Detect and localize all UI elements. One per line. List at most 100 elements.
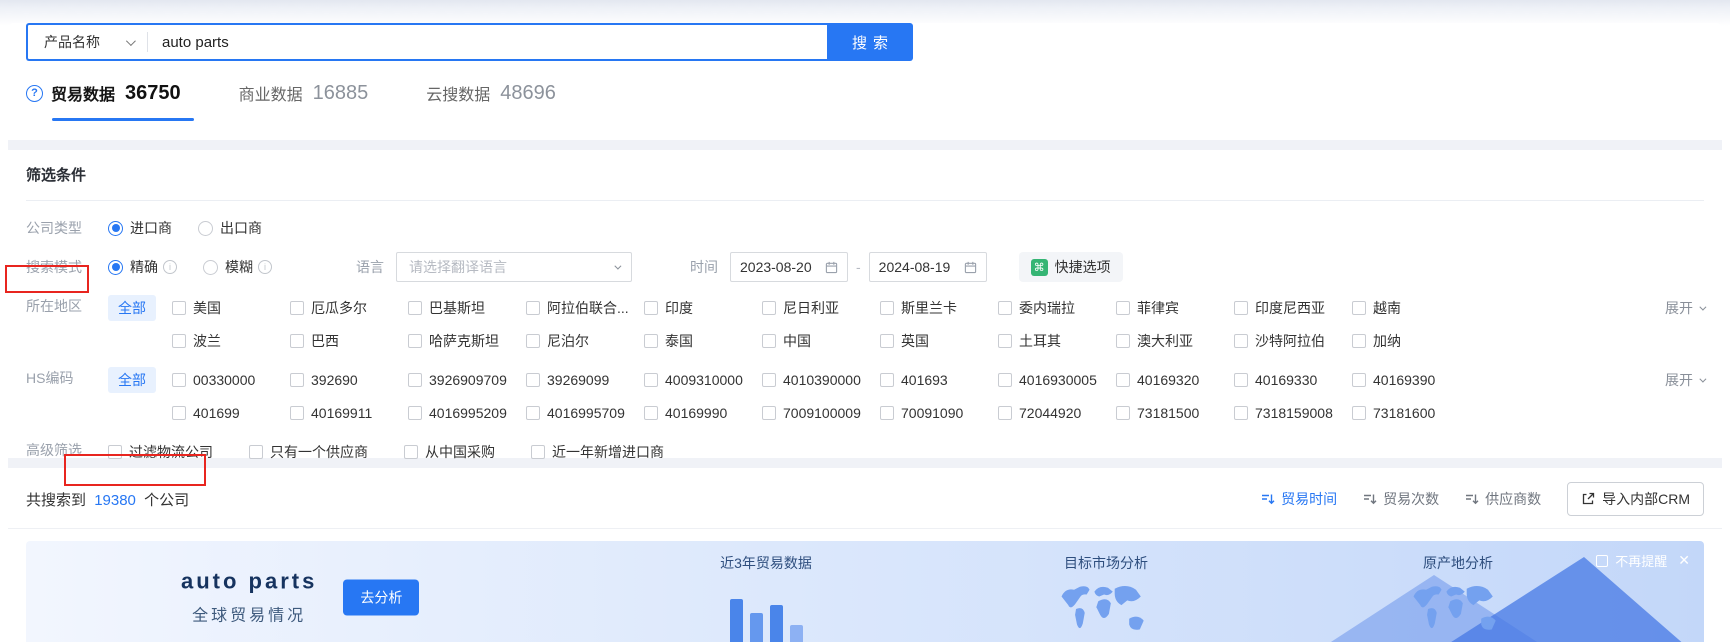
start-date-picker[interactable]: 2023-08-20 xyxy=(730,252,848,282)
checkbox-item[interactable]: 70091090 xyxy=(880,400,998,426)
checkbox-item[interactable]: 菲律宾 xyxy=(1116,295,1234,321)
checkbox-item[interactable]: 40169330 xyxy=(1234,367,1352,393)
checkbox[interactable] xyxy=(172,334,186,348)
checkbox[interactable] xyxy=(762,301,776,315)
checkbox-item[interactable]: 40169390 xyxy=(1352,367,1470,393)
checkbox[interactable] xyxy=(404,445,418,459)
close-icon[interactable]: ✕ xyxy=(1678,552,1690,569)
checkbox-item[interactable]: 401693 xyxy=(880,367,998,393)
checkbox-item[interactable]: 巴西 xyxy=(290,328,408,354)
help-icon[interactable]: ? xyxy=(26,84,43,102)
quick-options-button[interactable]: ⌘ 快捷选项 xyxy=(1018,252,1123,282)
radio-exporter[interactable]: 出口商 xyxy=(198,217,262,239)
checkbox[interactable] xyxy=(1116,373,1130,387)
radio-dot[interactable] xyxy=(198,220,213,236)
dismiss-checkbox[interactable] xyxy=(1596,554,1609,567)
checkbox-item[interactable]: 委内瑞拉 xyxy=(998,295,1116,321)
checkbox[interactable] xyxy=(998,334,1012,348)
checkbox[interactable] xyxy=(172,406,186,420)
checkbox[interactable] xyxy=(408,301,422,315)
checkbox-item[interactable]: 3926909709 xyxy=(408,367,526,393)
checkbox-item[interactable]: 7009100009 xyxy=(762,400,880,426)
checkbox-item[interactable]: 73181500 xyxy=(1116,400,1234,426)
info-icon[interactable]: i xyxy=(163,260,177,274)
checkbox[interactable] xyxy=(1116,301,1130,315)
checkbox-item[interactable]: 4010390000 xyxy=(762,367,880,393)
tab-cloud-search-data[interactable]: 云搜数据 48696 xyxy=(426,81,556,121)
checkbox[interactable] xyxy=(526,301,540,315)
checkbox-item[interactable]: 印度 xyxy=(644,295,762,321)
checkbox-item[interactable]: 只有一个供应商 xyxy=(249,439,368,465)
checkbox[interactable] xyxy=(880,334,894,348)
checkbox[interactable] xyxy=(1234,406,1248,420)
radio-exact[interactable]: 精确 i xyxy=(108,256,177,278)
language-select[interactable]: 请选择翻译语言 xyxy=(396,252,632,282)
radio-fuzzy[interactable]: 模糊 i xyxy=(203,256,272,278)
checkbox[interactable] xyxy=(644,406,658,420)
end-date-picker[interactable]: 2024-08-19 xyxy=(868,252,987,282)
checkbox[interactable] xyxy=(290,301,304,315)
checkbox[interactable] xyxy=(172,301,186,315)
checkbox-item[interactable]: 尼日利亚 xyxy=(762,295,880,321)
checkbox[interactable] xyxy=(1234,334,1248,348)
checkbox-item[interactable]: 厄瓜多尔 xyxy=(290,295,408,321)
sort-trade-time[interactable]: 贸易时间 xyxy=(1261,489,1337,509)
search-input[interactable] xyxy=(148,33,827,51)
checkbox[interactable] xyxy=(290,406,304,420)
radio-dot-selected[interactable] xyxy=(108,220,123,236)
checkbox-item[interactable]: 从中国采购 xyxy=(404,439,495,465)
checkbox-item[interactable]: 巴基斯坦 xyxy=(408,295,526,321)
checkbox[interactable] xyxy=(531,445,545,459)
checkbox-item[interactable]: 印度尼西亚 xyxy=(1234,295,1352,321)
checkbox-item[interactable]: 00330000 xyxy=(172,367,290,393)
checkbox[interactable] xyxy=(880,373,894,387)
checkbox[interactable] xyxy=(762,406,776,420)
checkbox-item[interactable]: 斯里兰卡 xyxy=(880,295,998,321)
checkbox[interactable] xyxy=(998,301,1012,315)
go-analyze-button[interactable]: 去分析 xyxy=(343,579,420,615)
checkbox[interactable] xyxy=(1234,301,1248,315)
checkbox[interactable] xyxy=(1352,334,1366,348)
tab-trade-data[interactable]: ? 贸易数据 36750 xyxy=(26,81,194,121)
checkbox-item[interactable]: 澳大利亚 xyxy=(1116,328,1234,354)
search-button[interactable]: 搜索 xyxy=(827,23,913,61)
checkbox-item[interactable]: 英国 xyxy=(880,328,998,354)
checkbox-item[interactable]: 401699 xyxy=(172,400,290,426)
checkbox-item[interactable]: 7318159008 xyxy=(1234,400,1352,426)
checkbox[interactable] xyxy=(1352,406,1366,420)
checkbox[interactable] xyxy=(290,334,304,348)
checkbox[interactable] xyxy=(1116,334,1130,348)
origin-analysis-card[interactable]: 原产地分析 xyxy=(1378,553,1538,639)
checkbox-item[interactable]: 4016930005 xyxy=(998,367,1116,393)
checkbox[interactable] xyxy=(1116,406,1130,420)
checkbox-item[interactable]: 美国 xyxy=(172,295,290,321)
checkbox-item[interactable]: 4009310000 xyxy=(644,367,762,393)
checkbox[interactable] xyxy=(762,373,776,387)
checkbox[interactable] xyxy=(526,406,540,420)
hs-code-all-button[interactable]: 全部 xyxy=(108,367,156,393)
checkbox[interactable] xyxy=(644,301,658,315)
radio-importer[interactable]: 进口商 xyxy=(108,217,172,239)
checkbox[interactable] xyxy=(762,334,776,348)
checkbox-item[interactable]: 39269099 xyxy=(526,367,644,393)
checkbox[interactable] xyxy=(526,334,540,348)
region-expand-link[interactable]: 展开 xyxy=(1665,295,1707,321)
checkbox-item[interactable]: 4016995209 xyxy=(408,400,526,426)
checkbox[interactable] xyxy=(1352,373,1366,387)
region-all-button[interactable]: 全部 xyxy=(108,295,156,321)
checkbox-item[interactable]: 72044920 xyxy=(998,400,1116,426)
checkbox-item[interactable]: 土耳其 xyxy=(998,328,1116,354)
checkbox-item[interactable]: 尼泊尔 xyxy=(526,328,644,354)
search-category-select[interactable]: 产品名称 xyxy=(28,32,147,52)
checkbox[interactable] xyxy=(408,406,422,420)
checkbox-item[interactable]: 哈萨克斯坦 xyxy=(408,328,526,354)
checkbox-item[interactable]: 沙特阿拉伯 xyxy=(1234,328,1352,354)
sort-supplier-count[interactable]: 供应商数 xyxy=(1465,489,1541,509)
checkbox[interactable] xyxy=(526,373,540,387)
checkbox[interactable] xyxy=(998,373,1012,387)
checkbox[interactable] xyxy=(1234,373,1248,387)
checkbox[interactable] xyxy=(1352,301,1366,315)
checkbox[interactable] xyxy=(644,334,658,348)
checkbox[interactable] xyxy=(880,301,894,315)
checkbox-item[interactable]: 阿拉伯联合... xyxy=(526,295,644,321)
